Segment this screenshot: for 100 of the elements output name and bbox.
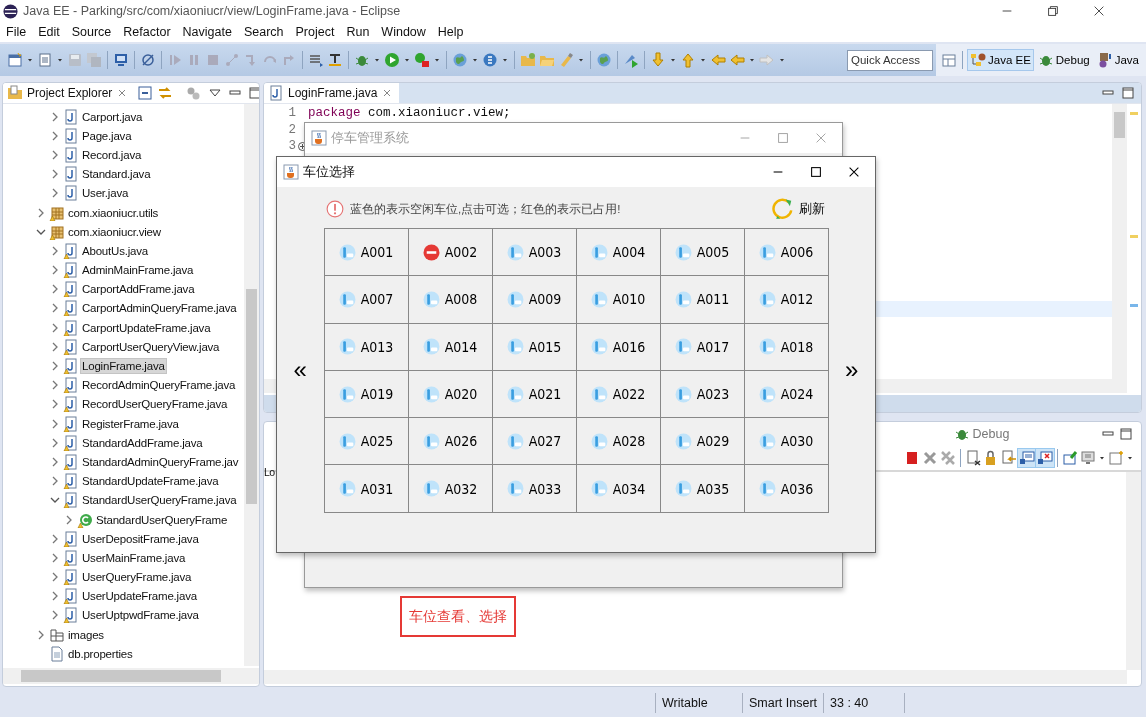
parking-slot-button[interactable]: A016 xyxy=(576,323,661,371)
layout-icon[interactable] xyxy=(941,52,957,68)
nodes-icon[interactable] xyxy=(224,52,240,68)
tree-item[interactable]: UserMainFrame.java xyxy=(81,550,187,565)
tree-item[interactable]: CarportUpdateFrame.java xyxy=(81,320,212,335)
parking-slot-button[interactable]: A028 xyxy=(576,418,661,466)
debug-tab[interactable]: Debug xyxy=(953,426,1010,442)
parking-slot-button[interactable]: A006 xyxy=(744,229,829,277)
tree-item[interactable]: LoginFrame.java xyxy=(81,359,166,374)
parking-slot-button[interactable]: A014 xyxy=(408,323,493,371)
editor-tab[interactable]: LoginFrame.java xyxy=(264,83,400,103)
parking-slot-button[interactable]: A018 xyxy=(744,323,829,371)
menu-item[interactable]: Run xyxy=(340,25,376,39)
tree-item[interactable]: UserQueryFrame.java xyxy=(81,570,193,585)
tree-item[interactable]: StandardUserQueryFrame xyxy=(95,512,229,527)
tree-item[interactable]: com.xiaoniucr.utils xyxy=(67,205,160,220)
horizontal-scrollbar[interactable] xyxy=(3,668,259,684)
parking-slot-button[interactable]: A021 xyxy=(492,370,577,419)
tree-item[interactable]: RecordAdminQueryFrame.java xyxy=(81,378,237,393)
tree-item[interactable]: UserUpdateFrame.java xyxy=(81,589,198,604)
tree-item[interactable]: StandardAddFrame.java xyxy=(81,435,204,450)
menu-item[interactable]: Search xyxy=(237,25,290,39)
parking-slot-button[interactable]: A029 xyxy=(660,418,745,466)
tree-item[interactable]: Standard.java xyxy=(81,167,152,182)
tree-item[interactable]: Carport.java xyxy=(81,109,144,124)
console-icon[interactable] xyxy=(1019,450,1035,466)
tree-item[interactable]: StandardUpdateFrame.java xyxy=(81,474,220,489)
refresh-button[interactable]: 刷新 xyxy=(772,198,825,220)
vertical-scrollbar[interactable] xyxy=(244,104,259,666)
tree-item[interactable]: Page.java xyxy=(81,128,133,143)
run-icon[interactable] xyxy=(384,52,400,68)
parking-slot-button[interactable]: A020 xyxy=(408,370,493,419)
tree-item[interactable]: StandardUserQueryFrame.java xyxy=(81,493,238,508)
menu-item[interactable]: Edit xyxy=(32,25,66,39)
stop-icon[interactable] xyxy=(904,450,920,466)
document-icon[interactable] xyxy=(965,450,981,466)
parking-slot-button[interactable]: A012 xyxy=(744,276,829,324)
gears-icon[interactable] xyxy=(185,85,202,101)
parking-slot-button[interactable]: A004 xyxy=(576,229,661,277)
menu-item[interactable]: File xyxy=(0,25,33,39)
quick-access-field[interactable]: Quick Access xyxy=(847,49,933,71)
parking-slot-button[interactable]: A019 xyxy=(324,370,409,419)
menu-item[interactable]: Navigate xyxy=(176,25,238,39)
run-arrow-icon[interactable] xyxy=(623,52,639,68)
menu-item[interactable]: Window xyxy=(375,25,432,39)
parking-slot-button[interactable]: A010 xyxy=(576,276,661,324)
restore-icon[interactable] xyxy=(1046,4,1060,18)
vertical-scrollbar[interactable] xyxy=(1112,104,1127,379)
run-tool-icon[interactable] xyxy=(414,52,430,68)
monitor-icon[interactable] xyxy=(113,52,129,68)
parking-slot-button[interactable]: A001 xyxy=(324,229,409,277)
parking-slot-button[interactable]: A034 xyxy=(576,465,661,513)
parking-slot-button[interactable]: A002 xyxy=(408,229,493,277)
tree-item[interactable]: UserUptpwdFrame.java xyxy=(81,608,200,623)
maximize-icon[interactable] xyxy=(809,165,823,179)
tree-item[interactable]: com.xiaoniucr.view xyxy=(67,224,162,239)
tree-item[interactable]: Record.java xyxy=(81,147,143,162)
tree-item[interactable]: RegisterFrame.java xyxy=(81,416,180,431)
parking-slot-button[interactable]: A033 xyxy=(492,465,577,513)
tree-item[interactable]: User.java xyxy=(81,186,130,201)
parking-slot-button[interactable]: A035 xyxy=(660,465,745,513)
menu-item[interactable]: Source xyxy=(65,25,118,39)
parking-slot-button[interactable]: A008 xyxy=(408,276,493,324)
tree-item[interactable]: CarportAdminQueryFrame.java xyxy=(81,301,238,316)
tree-item[interactable]: AdminMainFrame.java xyxy=(81,263,195,278)
parking-slot-button[interactable]: A005 xyxy=(660,229,745,277)
parking-slot-button[interactable]: A011 xyxy=(660,276,745,324)
server-icon[interactable] xyxy=(482,52,498,68)
previous-page-button[interactable]: « xyxy=(277,356,324,385)
tree-item[interactable]: db.properties xyxy=(67,646,134,661)
parking-slot-button[interactable]: A017 xyxy=(660,323,745,371)
text-arrow-icon[interactable] xyxy=(327,52,343,68)
menu-item[interactable]: Project xyxy=(289,25,341,39)
horizontal-scrollbar[interactable] xyxy=(264,670,1127,684)
close-icon[interactable] xyxy=(1092,4,1106,18)
monitor-icon[interactable] xyxy=(1080,450,1096,466)
perspective-button[interactable]: Java EE xyxy=(967,49,1034,71)
tree-item[interactable]: UserDepositFrame.java xyxy=(81,531,200,546)
pin-icon[interactable] xyxy=(1062,450,1078,466)
tree-item[interactable]: AboutUs.java xyxy=(81,243,149,258)
parking-slot-button[interactable]: A024 xyxy=(744,370,829,419)
tree-item[interactable]: CarportUserQueryView.java xyxy=(81,339,221,354)
parking-slot-button[interactable]: A036 xyxy=(744,465,829,513)
parking-slot-button[interactable]: A032 xyxy=(408,465,493,513)
close-icon[interactable] xyxy=(847,165,861,179)
window-icon[interactable] xyxy=(7,52,23,68)
vertical-scrollbar[interactable] xyxy=(1126,472,1141,670)
tree-item[interactable]: StandardAdminQueryFrame.jav xyxy=(81,454,240,469)
parking-slot-button[interactable]: A023 xyxy=(660,370,745,419)
parking-slot-button[interactable]: A022 xyxy=(576,370,661,419)
next-page-button[interactable]: » xyxy=(828,356,875,385)
link-arrows-icon[interactable] xyxy=(157,85,174,101)
console-icon[interactable] xyxy=(1037,450,1053,466)
parking-slot-button[interactable]: A027 xyxy=(492,418,577,466)
remove-all-icon[interactable] xyxy=(940,450,956,466)
perspective-button[interactable]: Java xyxy=(1093,49,1142,71)
parking-slot-button[interactable]: A007 xyxy=(324,276,409,324)
perspective-button[interactable]: Debug xyxy=(1034,49,1093,71)
parking-slot-button[interactable]: A009 xyxy=(492,276,577,324)
parking-slot-button[interactable]: A015 xyxy=(492,323,577,371)
